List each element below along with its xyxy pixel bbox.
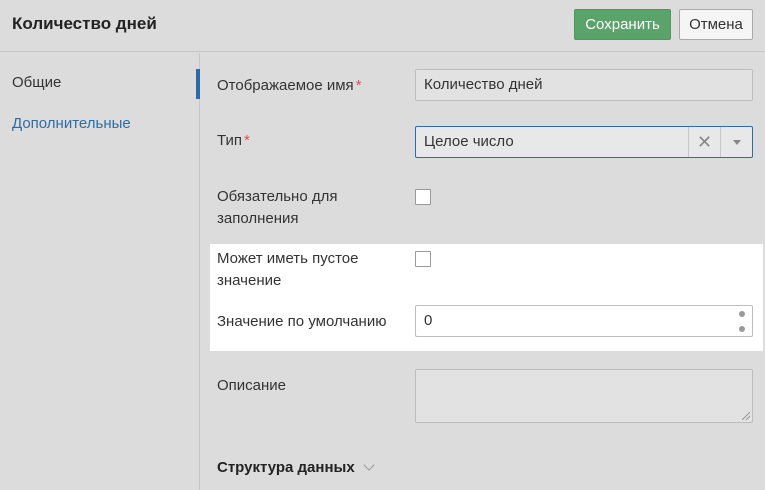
cancel-button[interactable]: Отмена [679, 9, 753, 40]
default-value-label: Значение по умолчанию [217, 313, 387, 330]
description-textarea[interactable] [415, 369, 753, 423]
sidebar-item-additional[interactable]: Дополнительные [12, 115, 131, 132]
display-name-input[interactable]: Количество дней [415, 69, 753, 101]
properties-dialog: Количество дней Сохранить Отмена Общие Д… [0, 0, 765, 490]
required-fill-label: Обязательно для заполнения [217, 188, 338, 227]
resize-grip-icon[interactable] [742, 412, 750, 420]
sidebar-item-general[interactable]: Общие [12, 74, 61, 91]
clear-icon[interactable]: ✕ [688, 127, 720, 157]
required-fill-checkbox[interactable] [415, 189, 431, 205]
sidebar-active-indicator [196, 69, 200, 99]
display-name-label: Отображаемое имя * [217, 77, 362, 94]
type-label: Тип * [217, 132, 250, 149]
required-mark: * [244, 132, 250, 149]
description-label: Описание [217, 377, 287, 394]
data-structure-label: Структура данных [217, 459, 355, 476]
header: Количество дней Сохранить Отмена [0, 0, 765, 52]
chevron-down-icon [363, 459, 375, 471]
required-mark: * [355, 77, 362, 94]
sidebar: Общие Дополнительные [0, 53, 200, 490]
type-select[interactable]: Целое число ✕ [415, 126, 753, 158]
allow-empty-label: Может иметь пустое значение [217, 250, 359, 289]
default-value-text: 0 [424, 312, 433, 329]
page-title: Количество дней [12, 14, 157, 33]
save-button[interactable]: Сохранить [574, 9, 671, 40]
chevron-down-icon[interactable] [720, 127, 752, 157]
default-value-input[interactable]: 0 [415, 305, 753, 337]
number-spinner [731, 307, 752, 336]
data-structure-section[interactable]: Структура данных [217, 459, 375, 476]
increment-icon[interactable] [731, 307, 752, 321]
decrement-icon[interactable] [731, 322, 752, 336]
form: Отображаемое имя * Количество дней Тип * Ц… [201, 53, 765, 490]
allow-empty-checkbox[interactable] [415, 251, 431, 267]
type-select-value: Целое число [424, 133, 514, 150]
